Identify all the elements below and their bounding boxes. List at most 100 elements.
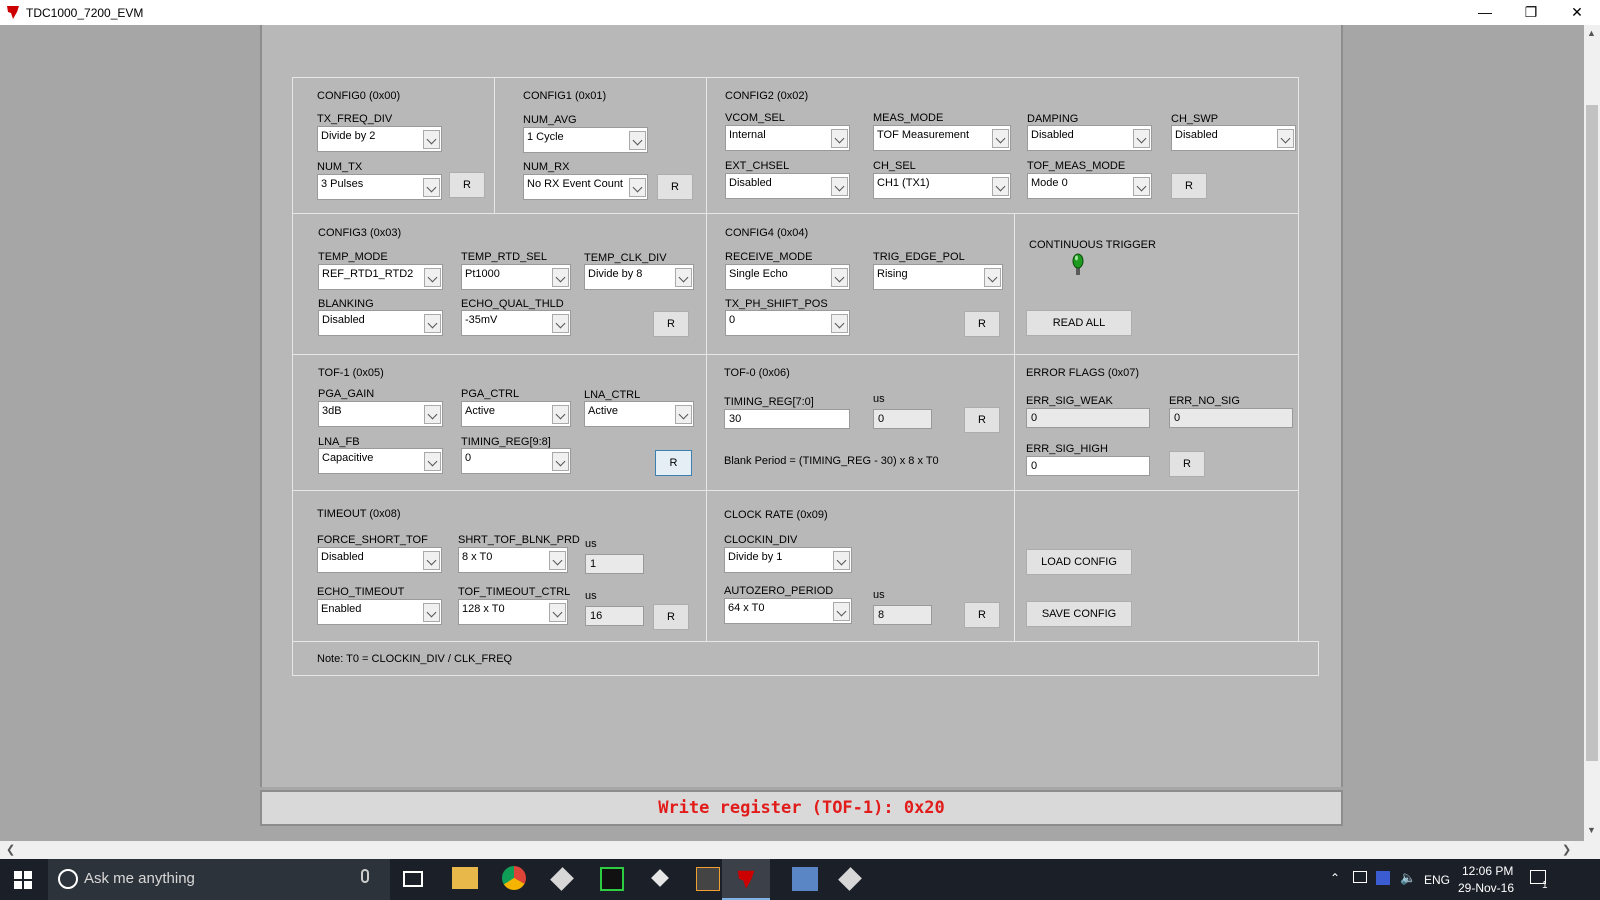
chevron-down-icon[interactable]: [831, 129, 848, 148]
config4-read-button[interactable]: R: [964, 311, 1000, 337]
file-explorer-icon[interactable]: [452, 867, 478, 889]
chevron-down-icon[interactable]: [1133, 177, 1150, 196]
receive-mode-dropdown[interactable]: Single Echo: [725, 264, 850, 290]
microphone-icon[interactable]: [361, 869, 369, 883]
ch-swp-dropdown[interactable]: Disabled: [1171, 125, 1296, 151]
blanking-dropdown[interactable]: Disabled: [318, 310, 443, 336]
chevron-down-icon[interactable]: [549, 603, 566, 622]
chevron-down-icon[interactable]: [833, 551, 850, 570]
network-icon[interactable]: [1353, 871, 1367, 883]
num-tx-dropdown[interactable]: 3 Pulses: [317, 174, 442, 200]
scroll-left-icon[interactable]: ❮: [6, 843, 15, 856]
timing-reg-hi-dropdown[interactable]: 0: [461, 448, 571, 474]
shrt-tof-blnk-prd-dropdown[interactable]: 8 x T0: [458, 547, 568, 573]
led-toggle-icon[interactable]: [1070, 251, 1090, 277]
chevron-down-icon[interactable]: [423, 130, 440, 149]
clockin-div-dropdown[interactable]: Divide by 1: [724, 547, 852, 573]
tof-timeout-ctrl-dropdown[interactable]: 128 x T0: [458, 599, 568, 625]
pga-ctrl-dropdown[interactable]: Active: [461, 401, 571, 427]
sublime-icon[interactable]: [696, 867, 720, 891]
echo-qual-thld-dropdown[interactable]: -35mV: [461, 310, 571, 336]
chevron-down-icon[interactable]: [549, 551, 566, 570]
language-indicator[interactable]: ENG: [1424, 873, 1450, 887]
search-box[interactable]: Ask me anything: [48, 859, 390, 900]
error-flags-read-button[interactable]: R: [1169, 451, 1205, 477]
autozero-period-dropdown[interactable]: 64 x T0: [724, 598, 852, 624]
temp-clk-div-dropdown[interactable]: Divide by 8: [584, 264, 694, 290]
chevron-down-icon[interactable]: [831, 268, 848, 287]
chevron-down-icon[interactable]: [423, 551, 440, 570]
green-app-icon[interactable]: [600, 867, 624, 891]
chevron-down-icon[interactable]: [675, 405, 692, 424]
chevron-down-icon[interactable]: [424, 268, 441, 287]
tx-freq-div-dropdown[interactable]: Divide by 2: [317, 126, 442, 152]
tx-ph-shift-pos-dropdown[interactable]: 0: [725, 310, 850, 336]
chevron-down-icon[interactable]: [424, 314, 441, 333]
tof-meas-mode-dropdown[interactable]: Mode 0: [1027, 173, 1152, 199]
trig-edge-pol-dropdown[interactable]: Rising: [873, 264, 1003, 290]
chevron-down-icon[interactable]: [423, 178, 440, 197]
config2-read-button[interactable]: R: [1171, 173, 1207, 199]
save-config-button[interactable]: SAVE CONFIG: [1026, 601, 1132, 627]
temp-rtd-sel-dropdown[interactable]: Pt1000: [461, 264, 571, 290]
scrollbar-thumb[interactable]: [1586, 105, 1598, 761]
clock-rate-read-button[interactable]: R: [964, 602, 1000, 628]
echo-timeout-dropdown[interactable]: Enabled: [317, 599, 442, 625]
force-short-tof-dropdown[interactable]: Disabled: [317, 547, 442, 573]
app-cube2-icon[interactable]: [838, 867, 862, 891]
ch-sel-dropdown[interactable]: CH1 (TX1): [873, 173, 1011, 199]
tof0-read-button[interactable]: R: [964, 407, 1000, 433]
chevron-down-icon[interactable]: [629, 131, 646, 150]
chevron-down-icon[interactable]: [831, 314, 848, 333]
chevron-down-icon[interactable]: [992, 129, 1009, 148]
tof1-read-button[interactable]: R: [655, 450, 692, 476]
chevron-down-icon[interactable]: [1133, 129, 1150, 148]
minimize-button[interactable]: —: [1462, 0, 1508, 25]
scroll-down-icon[interactable]: ▼: [1587, 825, 1596, 835]
windows-start-icon[interactable]: [14, 871, 32, 889]
config3-read-button[interactable]: R: [653, 311, 689, 337]
close-button[interactable]: ✕: [1554, 0, 1600, 25]
lna-fb-dropdown[interactable]: Capacitive: [318, 448, 443, 474]
chevron-down-icon[interactable]: [552, 268, 569, 287]
flag-icon[interactable]: [1376, 871, 1390, 885]
damping-dropdown[interactable]: Disabled: [1027, 125, 1152, 151]
num-rx-dropdown[interactable]: No RX Event Count: [523, 174, 648, 200]
meas-mode-dropdown[interactable]: TOF Measurement: [873, 125, 1011, 151]
vertical-scrollbar[interactable]: ▲ ▼: [1584, 25, 1600, 841]
chrome-icon[interactable]: [502, 866, 526, 890]
clock-time[interactable]: 12:06 PM: [1462, 864, 1513, 878]
chevron-down-icon[interactable]: [423, 603, 440, 622]
restore-button[interactable]: ❐: [1508, 0, 1554, 25]
chevron-down-icon[interactable]: [552, 452, 569, 471]
vcom-sel-dropdown[interactable]: Internal: [725, 125, 850, 151]
config1-read-button[interactable]: R: [657, 174, 693, 200]
chevron-down-icon[interactable]: [424, 452, 441, 471]
active-app-tab[interactable]: [722, 859, 770, 900]
scroll-right-icon[interactable]: ❯: [1562, 843, 1571, 856]
chevron-down-icon[interactable]: [424, 405, 441, 424]
tray-chevron-up-icon[interactable]: ⌃: [1330, 871, 1340, 885]
chevron-down-icon[interactable]: [552, 314, 569, 333]
timing-reg-lo-input[interactable]: 30: [724, 409, 850, 429]
num-avg-dropdown[interactable]: 1 Cycle: [523, 127, 648, 153]
horizontal-scrollbar[interactable]: ❮ ❯: [0, 841, 1600, 859]
lna-ctrl-dropdown[interactable]: Active: [584, 401, 694, 427]
chevron-down-icon[interactable]: [833, 602, 850, 621]
scroll-up-icon[interactable]: ▲: [1587, 28, 1596, 38]
load-config-button[interactable]: LOAD CONFIG: [1026, 549, 1132, 575]
chevron-down-icon[interactable]: [992, 177, 1009, 196]
config0-read-button[interactable]: R: [449, 172, 485, 198]
chevron-down-icon[interactable]: [629, 178, 646, 197]
chevron-down-icon[interactable]: [675, 268, 692, 287]
task-view-icon[interactable]: [403, 871, 423, 887]
vs-code-icon[interactable]: [651, 869, 669, 887]
chevron-down-icon[interactable]: [831, 177, 848, 196]
chevron-down-icon[interactable]: [552, 405, 569, 424]
chevron-down-icon[interactable]: [1277, 129, 1294, 148]
clock-date[interactable]: 29-Nov-16: [1458, 881, 1514, 895]
volume-icon[interactable]: 🔈: [1400, 870, 1416, 886]
ext-chsel-dropdown[interactable]: Disabled: [725, 173, 850, 199]
network-app-icon[interactable]: [792, 867, 818, 891]
temp-mode-dropdown[interactable]: REF_RTD1_RTD2: [318, 264, 443, 290]
